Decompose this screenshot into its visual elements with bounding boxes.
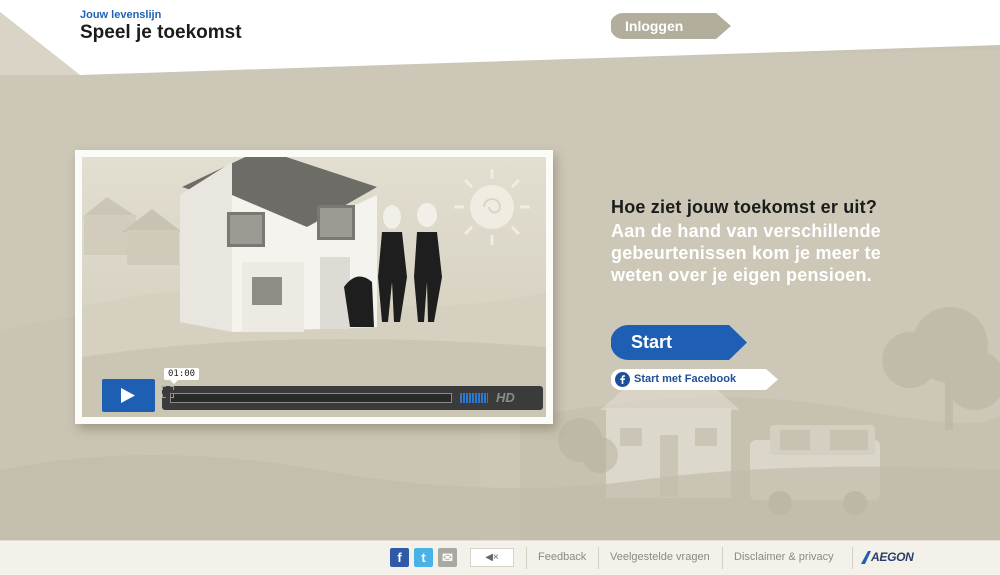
facebook-icon — [615, 372, 630, 387]
seek-bar[interactable] — [170, 393, 452, 403]
footer: f t ✉ ◀× Feedback Veelgestelde vragen Di… — [0, 540, 1000, 575]
footer-link-faq[interactable]: Veelgestelde vragen — [610, 551, 710, 563]
header: Jouw levenslijn Speel je toekomst Inlogg… — [0, 0, 1000, 75]
footer-link-feedback[interactable]: Feedback — [538, 551, 586, 563]
footer-divider — [526, 547, 527, 569]
intro-headline: Hoe ziet jouw toekomst er uit? — [611, 197, 878, 217]
mail-share-button[interactable]: ✉ — [438, 548, 457, 567]
footer-link-disclaimer[interactable]: Disclaimer & privacy — [734, 551, 834, 563]
facebook-share-button[interactable]: f — [390, 548, 409, 567]
start-button-label: Start — [631, 332, 673, 352]
login-button[interactable]: Inloggen — [611, 13, 731, 39]
login-button-label: Inloggen — [625, 18, 684, 34]
volume-bar[interactable] — [460, 393, 488, 403]
footer-divider — [852, 547, 853, 569]
mute-button[interactable]: ◀× — [470, 548, 514, 567]
play-button[interactable] — [102, 379, 155, 412]
mail-icon: ✉ — [442, 550, 453, 565]
facebook-start-button[interactable]: Start met Facebook — [611, 369, 778, 390]
mute-icon: ◀× — [485, 552, 499, 563]
video-controls: HD — [162, 386, 543, 410]
footer-divider — [722, 547, 723, 569]
aegon-logo[interactable]: AEGON — [861, 550, 914, 564]
hd-toggle[interactable]: HD — [496, 390, 515, 405]
start-button[interactable]: Start — [611, 325, 747, 360]
twitter-icon: t — [421, 550, 426, 565]
twitter-share-button[interactable]: t — [414, 548, 433, 567]
video-player: 01:00 HD — [75, 150, 553, 424]
aegon-logo-text: AEGON — [871, 550, 914, 564]
facebook-start-label: Start met Facebook — [634, 373, 737, 385]
footer-divider — [598, 547, 599, 569]
facebook-icon: f — [397, 550, 402, 565]
site-title: Speel je toekomst — [80, 22, 242, 43]
video-screen[interactable]: 01:00 HD — [82, 157, 546, 417]
site-subtitle: Jouw levenslijn — [80, 9, 162, 21]
time-tooltip: 01:00 — [164, 368, 200, 384]
intro-body: Aan de hand van verschillende gebeurteni… — [611, 221, 881, 285]
play-icon — [121, 388, 135, 403]
fullscreen-icon[interactable] — [162, 386, 174, 398]
